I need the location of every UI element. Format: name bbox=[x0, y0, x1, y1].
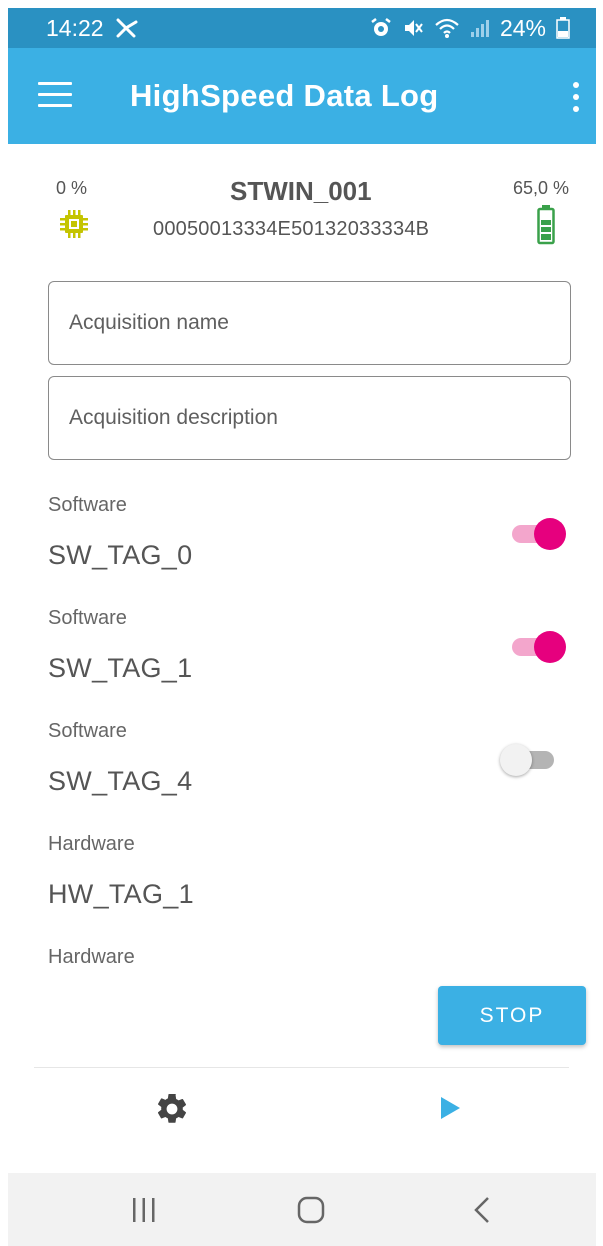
battery-icon bbox=[556, 17, 570, 39]
status-bar: 14:22 24% bbox=[8, 8, 596, 48]
cpu-icon bbox=[58, 208, 90, 245]
tag-name-label: SW_TAG_1 bbox=[48, 653, 193, 683]
board-battery-icon bbox=[537, 205, 555, 250]
tag-toggle-switch[interactable] bbox=[500, 516, 568, 552]
tag-row: Software SW_TAG_0 bbox=[0, 480, 603, 593]
tag-row: Hardware bbox=[0, 932, 603, 963]
gear-icon[interactable] bbox=[154, 1091, 190, 1132]
system-nav-bar bbox=[8, 1173, 596, 1246]
tag-type-label: Software bbox=[48, 720, 127, 742]
signal-icon bbox=[470, 18, 490, 38]
play-icon[interactable] bbox=[440, 1096, 462, 1125]
acquisition-name-input[interactable] bbox=[48, 281, 571, 365]
tag-toggle-switch[interactable] bbox=[500, 742, 568, 778]
stop-button[interactable]: STOP bbox=[438, 986, 586, 1045]
tag-row: Hardware HW_TAG_1 bbox=[0, 819, 603, 932]
device-id: 00050013334E50132033334B bbox=[153, 218, 430, 240]
tag-row: Software SW_TAG_1 bbox=[0, 593, 603, 706]
more-vert-icon[interactable] bbox=[570, 82, 582, 112]
hamburger-menu-icon[interactable] bbox=[38, 82, 72, 108]
acquisition-description-input[interactable] bbox=[48, 376, 571, 460]
wifi-icon bbox=[434, 17, 460, 39]
app-title: HighSpeed Data Log bbox=[130, 78, 439, 113]
cpu-usage-label: 0 % bbox=[56, 178, 88, 198]
tag-type-label: Software bbox=[48, 494, 127, 516]
battery-percent: 24% bbox=[499, 14, 546, 41]
tag-type-label: Hardware bbox=[48, 946, 135, 963]
tag-name-label: SW_TAG_4 bbox=[48, 766, 193, 796]
divider bbox=[34, 1067, 569, 1068]
recent-apps-icon[interactable] bbox=[130, 1195, 158, 1230]
tag-name-label: HW_TAG_1 bbox=[48, 879, 194, 909]
tag-type-label: Software bbox=[48, 607, 127, 629]
app-bar: HighSpeed Data Log bbox=[8, 48, 596, 144]
tag-toggle-switch[interactable] bbox=[500, 629, 568, 665]
mute-icon bbox=[402, 17, 424, 39]
tag-type-label: Hardware bbox=[48, 833, 135, 855]
tag-list[interactable]: Software SW_TAG_0 Software SW_TAG_1 Soft… bbox=[0, 480, 603, 963]
status-time: 14:22 bbox=[46, 14, 104, 41]
home-icon[interactable] bbox=[296, 1195, 326, 1230]
device-name: STWIN_001 bbox=[230, 176, 372, 206]
back-icon[interactable] bbox=[470, 1195, 494, 1230]
battery-level-label: 65,0 % bbox=[513, 178, 570, 198]
cast-icon bbox=[114, 16, 140, 40]
tag-row: Software SW_TAG_4 bbox=[0, 706, 603, 819]
alarm-icon bbox=[370, 17, 392, 39]
tag-name-label: SW_TAG_0 bbox=[48, 540, 193, 570]
